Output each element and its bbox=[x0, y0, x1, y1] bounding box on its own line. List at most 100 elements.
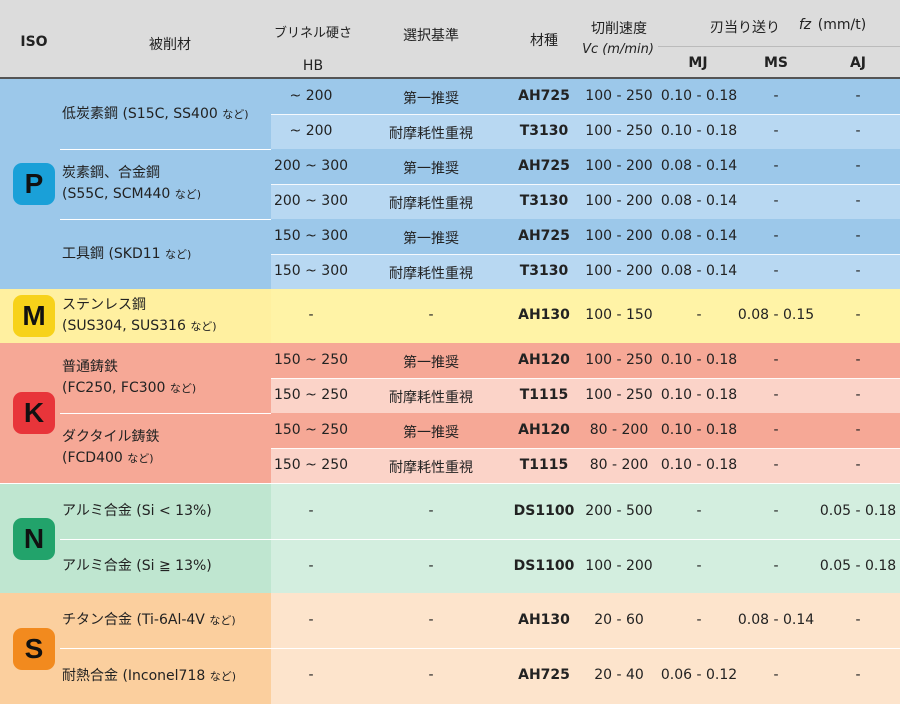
feed-mj-cell: 0.08 - 0.14 bbox=[660, 192, 738, 209]
iso-group-s: S チタン合金 (Ti-6Al-4V など) - - AH130 20 - 60 - 0.08… bbox=[0, 593, 900, 704]
feed-mj-cell: 0.10 - 0.18 bbox=[660, 351, 738, 368]
material-name-line: 耐熱合金 (Inconel718 bbox=[62, 667, 206, 684]
group-divider bbox=[0, 704, 900, 705]
header-speed-label: 切削速度 bbox=[591, 21, 647, 37]
grade-cell: AH130 bbox=[518, 611, 570, 628]
grade-cell: AH725 bbox=[518, 227, 570, 244]
header-material: 被削材 bbox=[149, 37, 191, 53]
material-name-line: ダクタイル鋳鉄 bbox=[62, 429, 160, 445]
feed-subheader-divider bbox=[658, 46, 900, 47]
table-row: 200 ~ 300 耐摩耗性重視 T3130 100 - 200 0.08 - 0.14… bbox=[271, 184, 900, 219]
table-row: 200 ~ 300 第一推奨 AH725 100 - 200 0.08 - 0.14 - - bbox=[271, 149, 900, 184]
material-name: 工具鋼 (SKD11 など) bbox=[62, 244, 191, 265]
material-name-line: 工具鋼 (SKD11 bbox=[62, 245, 161, 262]
header-grade: 材種 bbox=[530, 33, 558, 49]
table-row: 150 ~ 250 耐摩耗性重視 T1115 80 - 200 0.10 - 0.18 -… bbox=[271, 448, 900, 483]
feed-aj-cell: - bbox=[855, 611, 861, 628]
hardness-cell: ~ 200 bbox=[289, 122, 333, 139]
material-name: チタン合金 (Ti-6Al-4V など) bbox=[62, 610, 236, 631]
selection-cell: 第一推奨 bbox=[403, 90, 459, 107]
table-row: - - DS1100 200 - 500 - - 0.05 - 0.18 bbox=[271, 484, 900, 539]
iso-badge-p: P bbox=[13, 163, 55, 205]
hardness-cell: ~ 200 bbox=[289, 87, 333, 104]
table-row: 150 ~ 300 第一推奨 AH725 100 - 200 0.08 - 0.14 - - bbox=[271, 219, 900, 254]
feed-aj-cell: - bbox=[855, 351, 861, 368]
grade-cell: AH120 bbox=[518, 421, 570, 438]
feed-mj-cell: 0.10 - 0.18 bbox=[660, 421, 738, 438]
header-feed-symbol: fz bbox=[798, 17, 812, 33]
feed-ms-cell: 0.08 - 0.15 bbox=[737, 307, 815, 323]
feed-aj-cell: - bbox=[855, 421, 861, 438]
material-name-line: チタン合金 (Ti-6Al-4V bbox=[62, 612, 205, 628]
material-name: 低炭素鋼 (S15C, SS400 など) bbox=[62, 104, 249, 125]
header-aj: AJ bbox=[849, 55, 867, 71]
iso-group-p: P 低炭素鋼 (S15C, SS400 など) ~ 200 第一推奨 AH725 100 … bbox=[0, 79, 900, 289]
feed-mj-cell: - bbox=[696, 502, 702, 519]
feed-mj-cell: 0.10 - 0.18 bbox=[660, 122, 738, 139]
grade-cell: AH725 bbox=[518, 87, 570, 104]
material-name: ダクタイル鋳鉄 (FCD400 など) bbox=[62, 427, 159, 469]
material-name: アルミ合金 (Si ≧ 13%) bbox=[62, 556, 212, 577]
iso-group-n: N アルミ合金 (Si < 13%) - - DS1100 200 - 500 - - 0.05… bbox=[0, 484, 900, 594]
material-name-line: ステンレス鋼 bbox=[62, 297, 146, 313]
hardness-cell: - bbox=[308, 502, 314, 519]
hardness-cell: 150 ~ 300 bbox=[273, 227, 349, 244]
header-selection: 選択基準 bbox=[403, 28, 459, 44]
speed-cell: 100 - 200 bbox=[585, 227, 653, 244]
feed-mj-cell: 0.08 - 0.14 bbox=[660, 262, 738, 279]
material-name: 普通鋳鉄 (FC250, FC300 など) bbox=[62, 357, 196, 399]
iso-group-m: M ステンレス鋼 (SUS304, SUS316 など) - - AH130 100 - 1… bbox=[0, 289, 900, 343]
selection-cell: 耐摩耗性重視 bbox=[389, 389, 473, 406]
feed-aj-cell: - bbox=[855, 122, 861, 139]
feed-ms-cell: - bbox=[773, 192, 779, 209]
hardness-cell: 150 ~ 250 bbox=[273, 456, 349, 473]
feed-aj-cell: - bbox=[855, 227, 861, 244]
feed-ms-cell: - bbox=[773, 87, 779, 104]
grade-cell: T3130 bbox=[519, 122, 569, 139]
header-mj: MJ bbox=[688, 55, 708, 71]
hardness-cell: - bbox=[308, 667, 314, 683]
material-note: など) bbox=[209, 614, 236, 627]
grade-cell: T3130 bbox=[519, 262, 569, 279]
hardness-cell: - bbox=[308, 307, 314, 323]
hardness-cell: 150 ~ 250 bbox=[273, 351, 349, 368]
feed-ms-cell: - bbox=[773, 386, 779, 403]
feed-mj-cell: - bbox=[696, 557, 702, 574]
selection-cell: 第一推奨 bbox=[403, 230, 459, 247]
material-name-line-2: (S55C, SCM440 bbox=[62, 186, 171, 202]
speed-cell: 200 - 500 bbox=[585, 502, 653, 519]
material-name-line-2: (FC250, FC300 bbox=[62, 380, 166, 396]
feed-mj-cell: - bbox=[696, 611, 702, 628]
cutting-conditions-table: ISO 被削材 ブリネル硬さ HB 選択基準 材種 切削速度 Vc (m/min… bbox=[0, 0, 900, 708]
feed-mj-cell: 0.10 - 0.18 bbox=[660, 456, 738, 473]
feed-ms-cell: - bbox=[773, 557, 779, 574]
selection-cell: 耐摩耗性重視 bbox=[389, 195, 473, 212]
table-row: 150 ~ 250 耐摩耗性重視 T1115 100 - 250 0.10 - 0.18… bbox=[271, 378, 900, 413]
material-name: アルミ合金 (Si < 13%) bbox=[62, 501, 212, 522]
material-note: など) bbox=[190, 320, 217, 333]
hardness-cell: 150 ~ 250 bbox=[273, 386, 349, 403]
table-row: - - AH725 20 - 40 0.06 - 0.12 - - bbox=[271, 648, 900, 704]
speed-cell: 100 - 200 bbox=[585, 192, 653, 209]
feed-aj-cell: - bbox=[855, 307, 861, 323]
selection-cell: - bbox=[428, 557, 434, 574]
speed-cell: 100 - 250 bbox=[585, 87, 653, 104]
grade-cell: AH130 bbox=[518, 307, 570, 323]
feed-mj-cell: 0.08 - 0.14 bbox=[660, 157, 738, 174]
table-row: 150 ~ 250 第一推奨 AH120 100 - 250 0.10 - 0.18 - - bbox=[271, 343, 900, 378]
material-note: など) bbox=[222, 107, 249, 121]
speed-cell: 100 - 200 bbox=[585, 262, 653, 279]
selection-cell: 耐摩耗性重視 bbox=[389, 459, 473, 476]
feed-mj-cell: 0.10 - 0.18 bbox=[660, 87, 738, 104]
material-name-line: 炭素鋼、合金鋼 bbox=[62, 165, 160, 181]
header-hardness-label: ブリネル硬さ bbox=[273, 26, 352, 41]
selection-cell: 第一推奨 bbox=[403, 160, 459, 177]
feed-ms-cell: - bbox=[773, 351, 779, 368]
feed-aj-cell: - bbox=[855, 667, 861, 683]
table-row: 150 ~ 250 第一推奨 AH120 80 - 200 0.10 - 0.18 - - bbox=[271, 413, 900, 448]
material-name: 耐熱合金 (Inconel718 など) bbox=[62, 666, 236, 687]
material-name-line-2: (FCD400 bbox=[62, 450, 123, 466]
feed-ms-cell: - bbox=[773, 227, 779, 244]
table-row: ~ 200 耐摩耗性重視 T3130 100 - 250 0.10 - 0.18 - - bbox=[271, 114, 900, 149]
hardness-cell: 150 ~ 250 bbox=[273, 421, 349, 438]
